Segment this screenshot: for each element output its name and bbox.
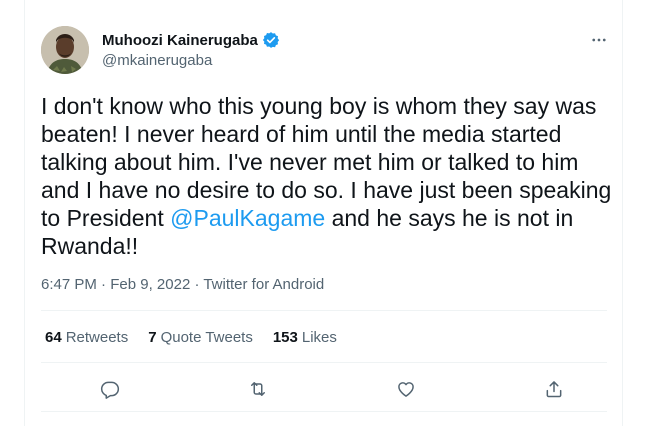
mention-link[interactable]: @PaulKagame [170, 205, 325, 231]
author-name-row: Muhoozi Kainerugaba [102, 31, 280, 49]
stat-quote-tweets[interactable]: 7 Quote Tweets [148, 329, 253, 346]
tweet-actions [95, 374, 569, 404]
stat-label: Quote Tweets [160, 329, 253, 346]
like-icon[interactable] [391, 374, 421, 404]
meta-separator: · [96, 276, 111, 293]
tweet-date[interactable]: Feb 9, 2022 [110, 276, 190, 293]
stat-count: 153 [272, 329, 298, 346]
tweet-card: Muhoozi Kainerugaba @mkainerugaba I don'… [24, 0, 623, 426]
verified-badge-icon [262, 31, 280, 49]
divider [41, 362, 607, 363]
stat-label: Retweets [65, 329, 129, 346]
avatar[interactable] [41, 26, 89, 74]
divider [41, 411, 607, 412]
tweet-time[interactable]: 6:47 PM [41, 276, 97, 293]
reply-icon[interactable] [95, 374, 125, 404]
tweet-stats: 64 Retweets 7 Quote Tweets 153 Likes [45, 329, 337, 346]
author-handle[interactable]: @mkainerugaba [102, 52, 212, 69]
more-options-icon[interactable] [587, 28, 611, 52]
stat-count: 7 [148, 329, 157, 346]
stat-likes[interactable]: 153 Likes [273, 329, 337, 346]
stat-count: 64 [45, 329, 62, 346]
share-icon[interactable] [539, 374, 569, 404]
retweet-icon[interactable] [243, 374, 273, 404]
stat-retweets[interactable]: 64 Retweets [45, 329, 128, 346]
author-name[interactable]: Muhoozi Kainerugaba [102, 32, 258, 49]
divider [41, 310, 607, 311]
tweet-source[interactable]: Twitter for Android [203, 276, 324, 293]
tweet-text: I don't know who this young boy is whom … [41, 92, 613, 260]
stat-label: Likes [301, 329, 337, 346]
tweet-meta: 6:47 PM · Feb 9, 2022 · Twitter for Andr… [41, 276, 324, 293]
meta-separator: · [190, 276, 204, 293]
